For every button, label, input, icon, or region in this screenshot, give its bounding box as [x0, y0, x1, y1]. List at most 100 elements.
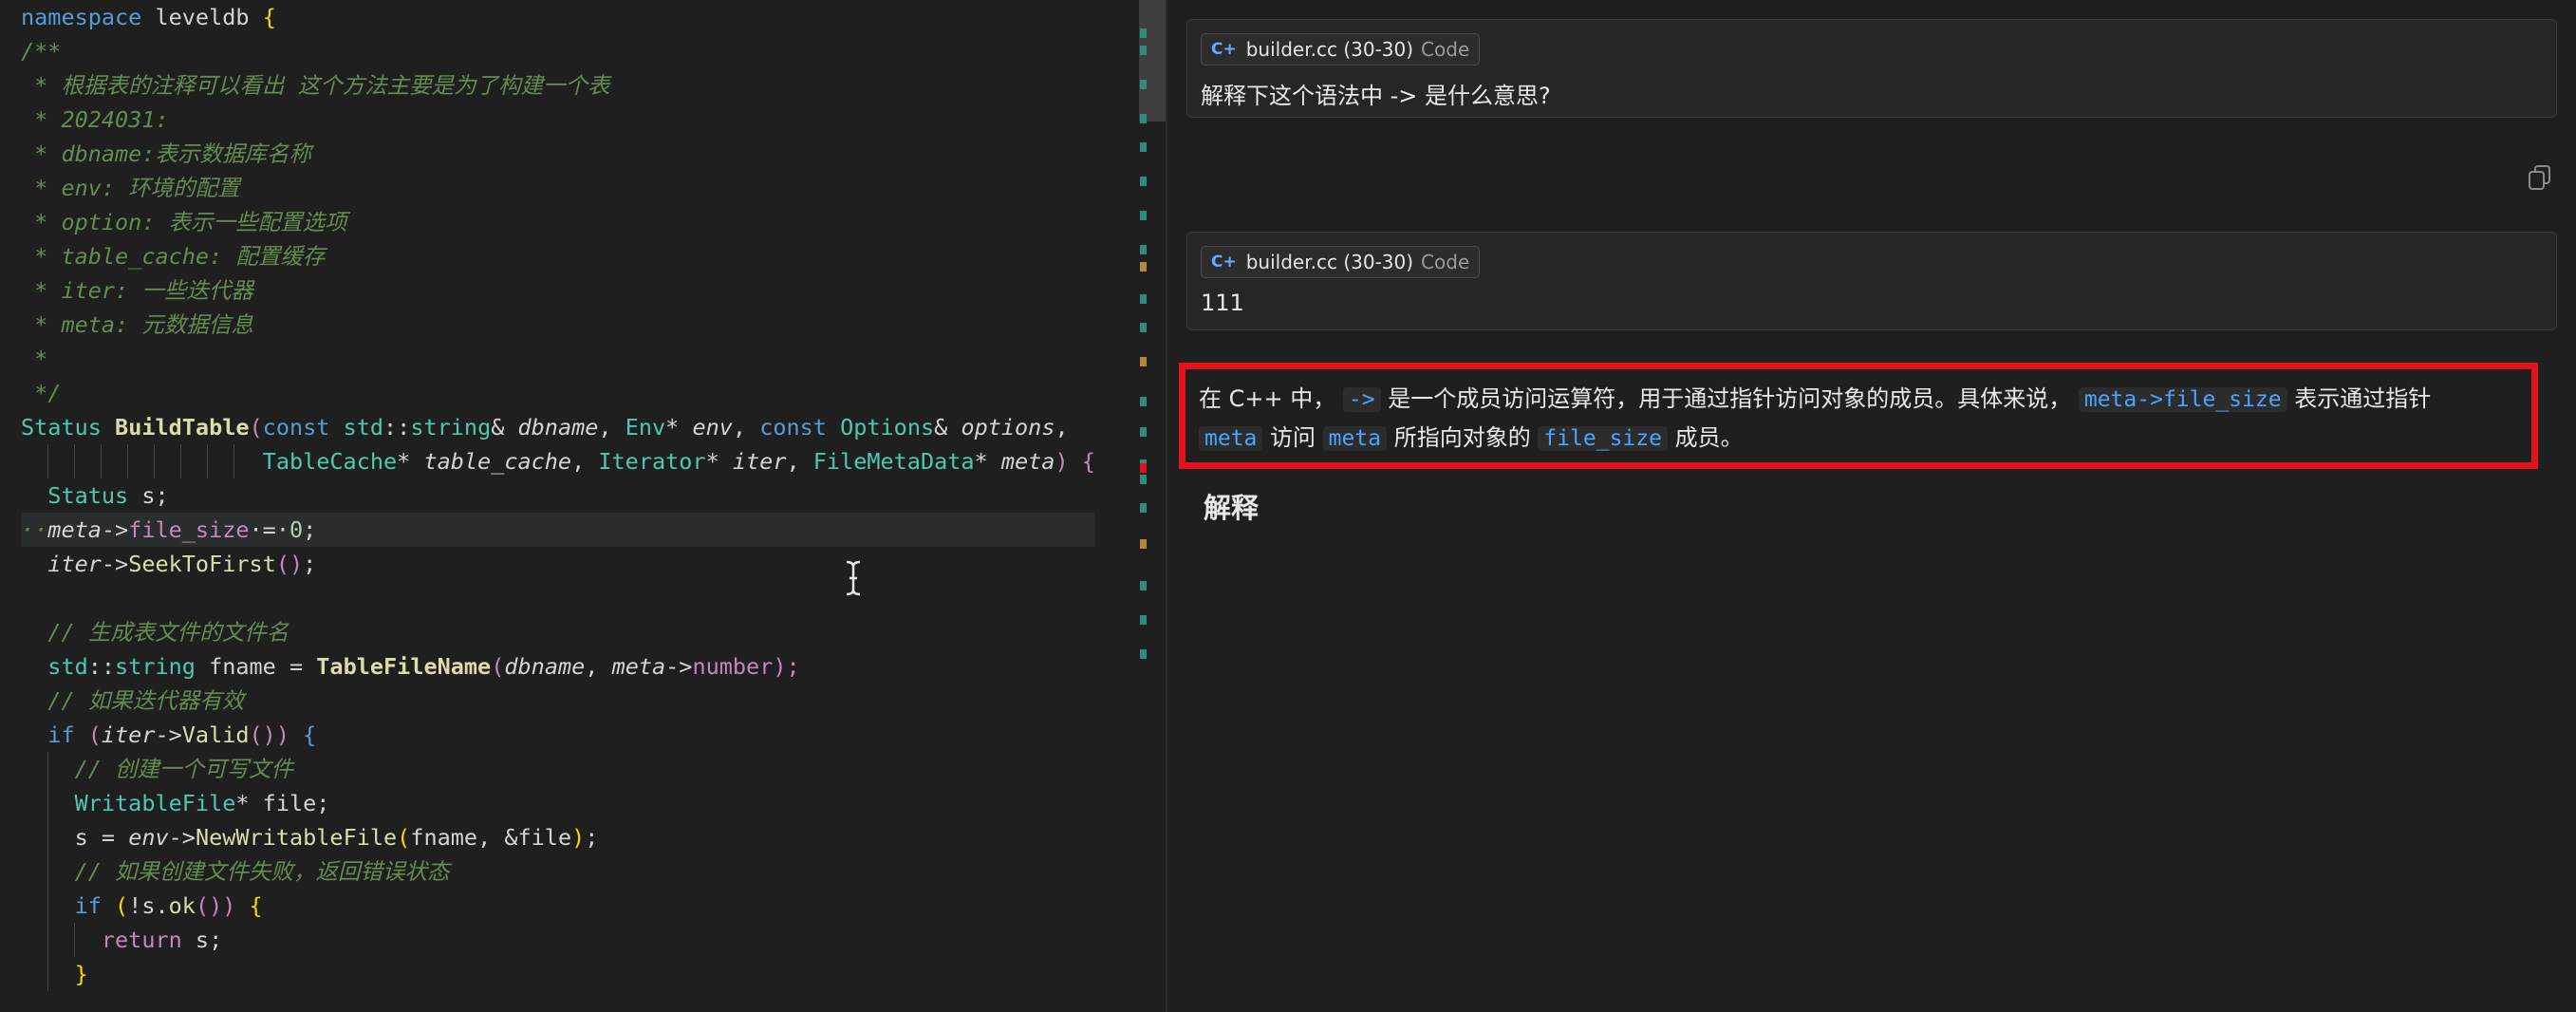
- ruler-marker: [1140, 323, 1147, 332]
- code-line[interactable]: /**: [21, 34, 1095, 68]
- code-line[interactable]: }: [21, 957, 1095, 991]
- code-token: * option: 表示一些配置选项: [21, 209, 347, 235]
- code-line[interactable]: WritableFile* file;: [21, 786, 1095, 820]
- cpp-file-icon: C+: [1211, 40, 1237, 59]
- code-line[interactable]: if (iter->Valid()) {: [21, 718, 1095, 752]
- code-token: s;: [181, 927, 223, 953]
- indent-guide: [154, 444, 155, 478]
- code-line[interactable]: return s;: [21, 923, 1095, 957]
- code-line[interactable]: ··meta->file_size·=·0;: [21, 513, 1095, 547]
- user-message-text: 解释下这个语法中 -> 是什么意思?: [1201, 83, 1551, 109]
- indent-guide: [127, 444, 128, 478]
- code-token: Options: [840, 414, 935, 440]
- file-reference-chip[interactable]: C+ builder.cc (30-30) Code: [1201, 246, 1481, 278]
- code-line[interactable]: iter->SeekToFirst();: [21, 547, 1095, 581]
- code-line[interactable]: * env: 环境的配置: [21, 171, 1095, 205]
- code-token: */: [21, 380, 62, 406]
- code-token: ::: [87, 653, 116, 680]
- ruler-marker: [1140, 615, 1147, 625]
- code-line[interactable]: * iter: 一些迭代器: [21, 273, 1095, 308]
- inline-code: ->: [1342, 387, 1381, 412]
- inline-code: file_size: [1538, 426, 1668, 451]
- inline-code: meta: [1199, 426, 1263, 451]
- code-token: {: [303, 722, 317, 748]
- ruler-marker: [1140, 46, 1147, 55]
- code-line[interactable]: */: [21, 376, 1095, 410]
- code-line[interactable]: * 2024031:: [21, 103, 1095, 137]
- ruler-marker: [1140, 211, 1147, 220]
- code-token: if: [74, 892, 102, 919]
- code-token: ->: [101, 551, 129, 577]
- code-line[interactable]: // 生成表文件的文件名: [21, 615, 1095, 649]
- code-line[interactable]: * meta: 元数据信息: [21, 308, 1095, 342]
- user-message-2: C+ builder.cc (30-30) Code 111: [1186, 232, 2557, 330]
- code-editor[interactable]: namespace leveldb { /** * 根据表的注释可以看出 这个方法…: [0, 0, 1139, 1012]
- indent-guide: [207, 444, 208, 478]
- code-token: // 生成表文件的文件名: [21, 619, 289, 646]
- answer-text: 是一个成员访问运算符，用于通过指针访问对象的成员。具体来说，: [1388, 385, 2072, 412]
- code-line[interactable]: s = env->NewWritableFile(fname, &file);: [21, 820, 1095, 854]
- ruler-marker: [1140, 475, 1147, 484]
- code-token: {: [249, 892, 263, 919]
- copy-icon[interactable]: [2527, 163, 2553, 192]
- code-token: ok: [168, 892, 196, 919]
- code-token: Iterator: [598, 448, 706, 475]
- code-line[interactable]: namespace leveldb {: [21, 0, 1095, 34]
- code-token: leveldb: [141, 4, 263, 30]
- code-token: ,: [786, 448, 813, 475]
- code-token: ): [571, 824, 586, 851]
- code-line[interactable]: Status s;: [21, 478, 1095, 513]
- code-line[interactable]: // 创建一个可写文件: [21, 752, 1095, 786]
- code-token: Valid: [181, 722, 250, 748]
- code-token: (: [249, 414, 263, 440]
- code-line[interactable]: // 如果迭代器有效: [21, 684, 1095, 718]
- code-token: /**: [21, 38, 62, 65]
- code-line[interactable]: * dbname:表示数据库名称: [21, 137, 1095, 171]
- code-line[interactable]: * 根据表的注释可以看出 这个方法主要是为了构建一个表: [21, 68, 1095, 103]
- answer-text: 成员。: [1674, 424, 1744, 451]
- code-line[interactable]: * option: 表示一些配置选项: [21, 205, 1095, 239]
- code-line[interactable]: std::string fname = TableFileName(dbname…: [21, 649, 1095, 684]
- code-line[interactable]: if (!s.ok()) {: [21, 889, 1095, 923]
- code-lines[interactable]: namespace leveldb { /** * 根据表的注释可以看出 这个方法…: [21, 0, 1095, 991]
- ruler-marker: [1140, 245, 1147, 254]
- code-token: std: [343, 414, 384, 440]
- answer-text: 所指向对象的: [1393, 424, 1531, 451]
- code-token: (): [275, 551, 304, 577]
- file-reference-chip[interactable]: C+ builder.cc (30-30) Code: [1201, 33, 1481, 66]
- indent-guide: [47, 820, 48, 854]
- code-token: &: [934, 414, 961, 440]
- code-line[interactable]: TableCache* table_cache, Iterator* iter,…: [21, 444, 1095, 478]
- code-token: namespace: [21, 4, 142, 30]
- code-token: fname, &file: [410, 824, 572, 851]
- code-token: ,: [1055, 414, 1069, 440]
- code-token: Env: [625, 414, 666, 440]
- code-token: return: [101, 927, 182, 953]
- code-token: ··: [21, 516, 48, 543]
- ruler-marker: [1140, 262, 1147, 272]
- ruler-marker: [1140, 142, 1147, 152]
- indent-guide: [47, 752, 48, 786]
- code-token: (: [101, 892, 129, 919]
- code-token: number: [692, 653, 774, 680]
- indent-guide: [47, 923, 48, 957]
- code-token: WritableFile: [74, 790, 236, 816]
- code-token: (: [491, 653, 505, 680]
- code-token: dbname: [504, 653, 586, 680]
- code-token: * iter: 一些迭代器: [21, 277, 253, 304]
- editor-scrollbar-thumb[interactable]: [1139, 0, 1166, 122]
- code-line[interactable]: Status BuildTable(const std::string& dbn…: [21, 410, 1095, 444]
- code-line[interactable]: // 如果创建文件失败，返回错误状态: [21, 854, 1095, 889]
- code-line[interactable]: * table_cache: 配置缓存: [21, 239, 1095, 273]
- code-line[interactable]: [21, 581, 1095, 615]
- code-token: ->: [665, 653, 693, 680]
- indent-guide: [47, 889, 48, 923]
- code-token: // 如果创建文件失败，返回错误状态: [21, 858, 450, 885]
- ruler-marker: [1140, 357, 1147, 366]
- code-token: ->: [168, 824, 196, 851]
- code-line[interactable]: *: [21, 342, 1095, 376]
- ruler-marker: [1140, 80, 1147, 89]
